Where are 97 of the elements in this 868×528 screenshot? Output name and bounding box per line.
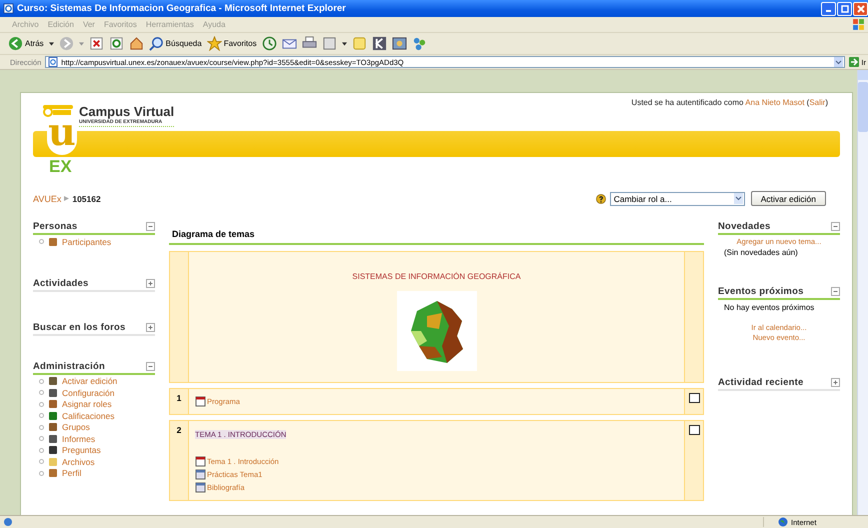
block-title: Eventos próximos [718,286,804,297]
bullet-icon [39,390,44,396]
toggle-button[interactable] [146,362,155,370]
bullet-icon [39,470,44,476]
home-icon[interactable] [128,36,144,51]
block-note: (Sin novedades aún) [723,247,799,258]
globe-icon [778,517,788,527]
menu-item[interactable]: Archivo [12,20,39,29]
scrollbar[interactable] [857,70,868,515]
block-note: No hay eventos próximos [723,302,816,313]
maximize-button[interactable] [837,2,852,16]
minimize-button[interactable] [821,2,836,16]
dropdown-icon[interactable] [834,57,844,67]
messenger-icon[interactable] [412,36,427,51]
browser-icon [3,3,14,14]
role-select[interactable]: Cambiar rol a... [610,192,745,206]
edit-mode-button[interactable]: Activar edición [750,191,826,206]
block-link[interactable]: Activar edición [62,376,118,386]
toggle-button[interactable] [146,278,155,288]
block-link[interactable]: Grupos [62,422,90,432]
login-info: Usted se ha autentificado como Ana Nieto Masot (Salir) [631,98,828,107]
logout-link[interactable]: Salir [809,98,826,107]
bullet-icon [39,413,44,418]
bullet-icon [39,378,44,384]
block-link[interactable]: Participantes [62,236,112,247]
back-button[interactable]: Atrás [8,36,44,51]
caret-icon[interactable] [342,42,347,46]
k-icon[interactable] [372,36,387,51]
block-link[interactable]: Archivos [62,456,95,467]
block-title: Buscar en los foros [33,322,126,332]
section-number: 1 [176,393,182,405]
menu-item[interactable]: Herramientas [146,20,194,29]
refresh-icon[interactable] [108,36,124,51]
minus-icon [832,223,839,230]
block-link[interactable]: Configuración [62,388,114,398]
menu-item[interactable]: Edición [48,20,74,29]
block-title: Actividades [33,278,89,288]
section-heading: Diagrama de temas [169,221,704,245]
plus-icon [832,379,839,386]
block-title: Novedades [718,221,770,232]
separator-icon [64,196,70,201]
toggle-button[interactable] [831,287,840,296]
bullet-icon [39,448,44,453]
minus-icon [832,288,839,295]
windows-logo-icon [852,18,865,31]
bullet-icon [39,402,44,407]
bullet-icon [39,459,44,464]
highlight-toggle[interactable] [688,393,700,403]
close-icon [856,4,866,14]
highlight-toggle[interactable] [688,425,700,435]
breadcrumb-link[interactable]: AVUEx [33,194,62,204]
toggle-button[interactable] [831,378,840,387]
star-icon [206,36,222,51]
caret-icon[interactable] [48,42,54,46]
menu-item[interactable]: Ayuda [202,20,226,29]
block-link[interactable]: Calificaciones [62,410,114,421]
stop-icon[interactable] [88,36,104,51]
search-button[interactable]: Búsqueda [148,36,202,51]
plus-icon [147,280,154,286]
logo-ex: EX [49,158,72,176]
window-title: Curso: Sistemas De Informacion Geografica - Microsoft Internet Explorer [17,3,347,14]
bullet-icon [39,424,44,430]
plus-icon [147,324,154,330]
user-link[interactable]: Ana Nieto Masot [745,98,804,107]
block-link[interactable]: Preguntas [62,445,101,456]
caret-icon [734,193,743,204]
bullet-icon [39,239,44,244]
help-icon[interactable] [596,194,606,204]
toggle-button[interactable] [831,222,840,231]
block-link[interactable]: Asignar roles [62,399,112,410]
section-number: 2 [176,425,182,437]
menu-item[interactable]: Favoritos [104,20,137,29]
course-title: SISTEMAS DE INFORMACIÓN GEOGRÁFICA [352,272,521,281]
toggle-button[interactable] [146,222,155,231]
arrow-icon [849,57,860,67]
search-icon [148,36,164,51]
maximize-icon [840,4,850,14]
breadcrumb-current: 105162 [72,194,101,204]
block-title: Personas [33,221,78,232]
pdf-icon [195,396,206,407]
menu-item[interactable]: Ver [82,20,95,29]
minimize-icon [826,10,831,12]
toggle-button[interactable] [146,322,155,332]
column-icon [43,105,73,117]
favorites-button[interactable]: Favoritos [206,36,257,51]
close-button[interactable] [853,2,868,16]
block-link[interactable]: Perfil [62,468,82,478]
photo-icon[interactable] [392,36,407,51]
block-link[interactable]: Informes [62,434,96,444]
block-title: Administración [33,360,105,372]
block-title: Actividad reciente [718,377,804,388]
pdf-icon [195,456,206,467]
edit-icon[interactable] [322,36,337,51]
minus-icon [147,223,154,230]
bullet-icon [39,436,44,442]
site-title: Campus Virtual [79,105,174,119]
history-icon[interactable] [262,36,277,51]
